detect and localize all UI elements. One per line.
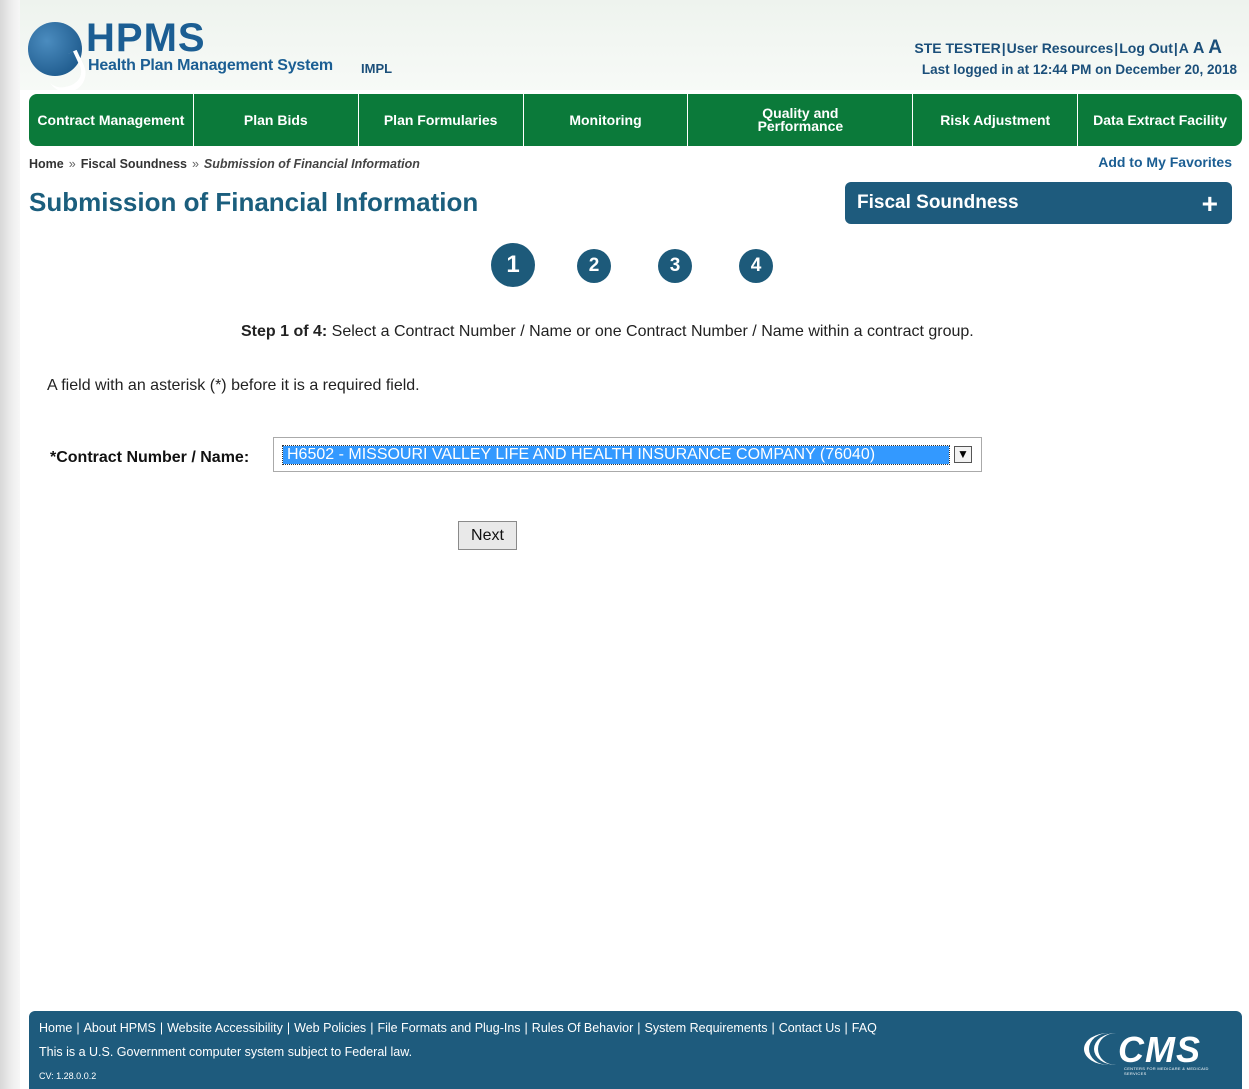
breadcrumb-separator: »	[68, 157, 76, 171]
page-title: Submission of Financial Information	[29, 187, 479, 217]
page: HPMS Health Plan Management System IMPL …	[20, 0, 1249, 1089]
footer-separator: |	[844, 1021, 848, 1035]
footer-separator: |	[286, 1021, 291, 1035]
footer: Home | About HPMS | Website Accessibility | We…	[29, 1011, 1242, 1089]
footer-link-contact-us[interactable]: Contact Us	[779, 1021, 841, 1035]
cms-logo-tagline: CENTERS FOR MEDICARE & MEDICAID SERVICES	[1124, 1066, 1209, 1076]
chevron-down-icon[interactable]: ▼	[954, 446, 972, 463]
footer-separator: |	[159, 1021, 164, 1035]
version-label: CV: 1.28.0.0.2	[39, 1071, 97, 1081]
font-size-large-link[interactable]: A	[1208, 37, 1222, 58]
nav-data-extract-facility[interactable]: Data Extract Facility	[1078, 94, 1242, 146]
hpms-logo-icon[interactable]	[28, 22, 92, 99]
contract-number-selected-value[interactable]: H6502 - MISSOURI VALLEY LIFE AND HEALTH …	[282, 445, 950, 465]
breadcrumb-current: Submission of Financial Information	[203, 157, 420, 171]
government-notice: This is a U.S. Government computer syste…	[39, 1045, 413, 1059]
breadcrumb-separator: »	[191, 157, 199, 171]
footer-separator: |	[370, 1021, 374, 1035]
breadcrumb-home[interactable]: Home	[29, 157, 64, 171]
step-3-indicator: 3	[658, 249, 692, 283]
footer-links: Home | About HPMS | Website Accessibility | We…	[39, 1021, 877, 1035]
user-name-link[interactable]: STE TESTER	[914, 40, 1000, 56]
font-size-small-link[interactable]: A	[1179, 40, 1189, 56]
footer-link-about[interactable]: About HPMS	[84, 1021, 156, 1035]
footer-separator: |	[76, 1021, 80, 1035]
step-2-indicator: 2	[577, 249, 611, 283]
user-resources-link[interactable]: User Resources	[1007, 40, 1114, 56]
step-1-indicator: 1	[491, 243, 535, 287]
add-to-favorites-link[interactable]: Add to My Favorites	[1098, 154, 1232, 170]
step-instruction-text: Select a Contract Number / Name or one C…	[327, 323, 974, 340]
main-nav: Contract Management Plan Bids Plan Formu…	[29, 94, 1242, 146]
nav-risk-adjustment[interactable]: Risk Adjustment	[913, 94, 1079, 146]
step-4-indicator: 4	[739, 249, 773, 283]
breadcrumb-fiscal-soundness[interactable]: Fiscal Soundness	[81, 157, 187, 171]
step-instruction-label: Step 1 of 4:	[241, 323, 328, 340]
contract-number-select[interactable]: H6502 - MISSOURI VALLEY LIFE AND HEALTH …	[273, 437, 982, 472]
breadcrumb: Home » Fiscal Soundness » Submission of Fina…	[29, 157, 420, 171]
environment-label: IMPL	[361, 61, 393, 76]
footer-link-accessibility[interactable]: Website Accessibility	[167, 1021, 283, 1035]
footer-link-rules-of-behavior[interactable]: Rules Of Behavior	[532, 1021, 633, 1035]
footer-link-system-requirements[interactable]: System Requirements	[644, 1021, 767, 1035]
footer-separator: |	[524, 1021, 528, 1035]
required-field-note: A field with an asterisk (*) before it i…	[47, 377, 420, 394]
logo-subtitle: Health Plan Management System	[88, 57, 333, 74]
nav-contract-management[interactable]: Contract Management	[29, 94, 194, 146]
cms-logo-icon[interactable]: CMS CENTERS FOR MEDICARE & MEDICAID SERV…	[1084, 1029, 1224, 1076]
window-left-edge	[0, 0, 20, 1089]
contract-number-label: *Contract Number / Name:	[50, 449, 250, 466]
nav-plan-formularies[interactable]: Plan Formularies	[359, 94, 524, 146]
footer-separator: |	[771, 1021, 775, 1035]
fiscal-soundness-menu[interactable]: Fiscal Soundness +	[845, 182, 1232, 224]
cms-logo-text: CMS	[1118, 1029, 1201, 1070]
plus-icon[interactable]: +	[1202, 188, 1218, 220]
nav-monitoring[interactable]: Monitoring	[524, 94, 689, 146]
utility-links: STE TESTER|User Resources|Log Out|A A A	[914, 37, 1222, 58]
nav-plan-bids[interactable]: Plan Bids	[194, 94, 359, 146]
logo-title[interactable]: HPMS	[86, 18, 206, 58]
nav-quality-and-performance[interactable]: Quality and Performance	[688, 94, 914, 146]
last-logged-in: Last logged in at 12:44 PM on December 2…	[921, 62, 1237, 77]
footer-link-file-formats[interactable]: File Formats and Plug-Ins	[377, 1021, 520, 1035]
font-size-medium-link[interactable]: A	[1193, 40, 1205, 57]
header: HPMS Health Plan Management System IMPL …	[20, 0, 1249, 99]
next-button[interactable]: Next	[458, 521, 517, 550]
footer-separator: |	[637, 1021, 641, 1035]
footer-link-web-policies[interactable]: Web Policies	[294, 1021, 366, 1035]
footer-link-faq[interactable]: FAQ	[852, 1021, 877, 1035]
log-out-link[interactable]: Log Out	[1119, 40, 1173, 56]
fiscal-soundness-menu-label: Fiscal Soundness	[857, 192, 1019, 213]
footer-link-home[interactable]: Home	[39, 1021, 72, 1035]
step-instruction: Step 1 of 4: Select a Contract Number / …	[241, 323, 974, 341]
